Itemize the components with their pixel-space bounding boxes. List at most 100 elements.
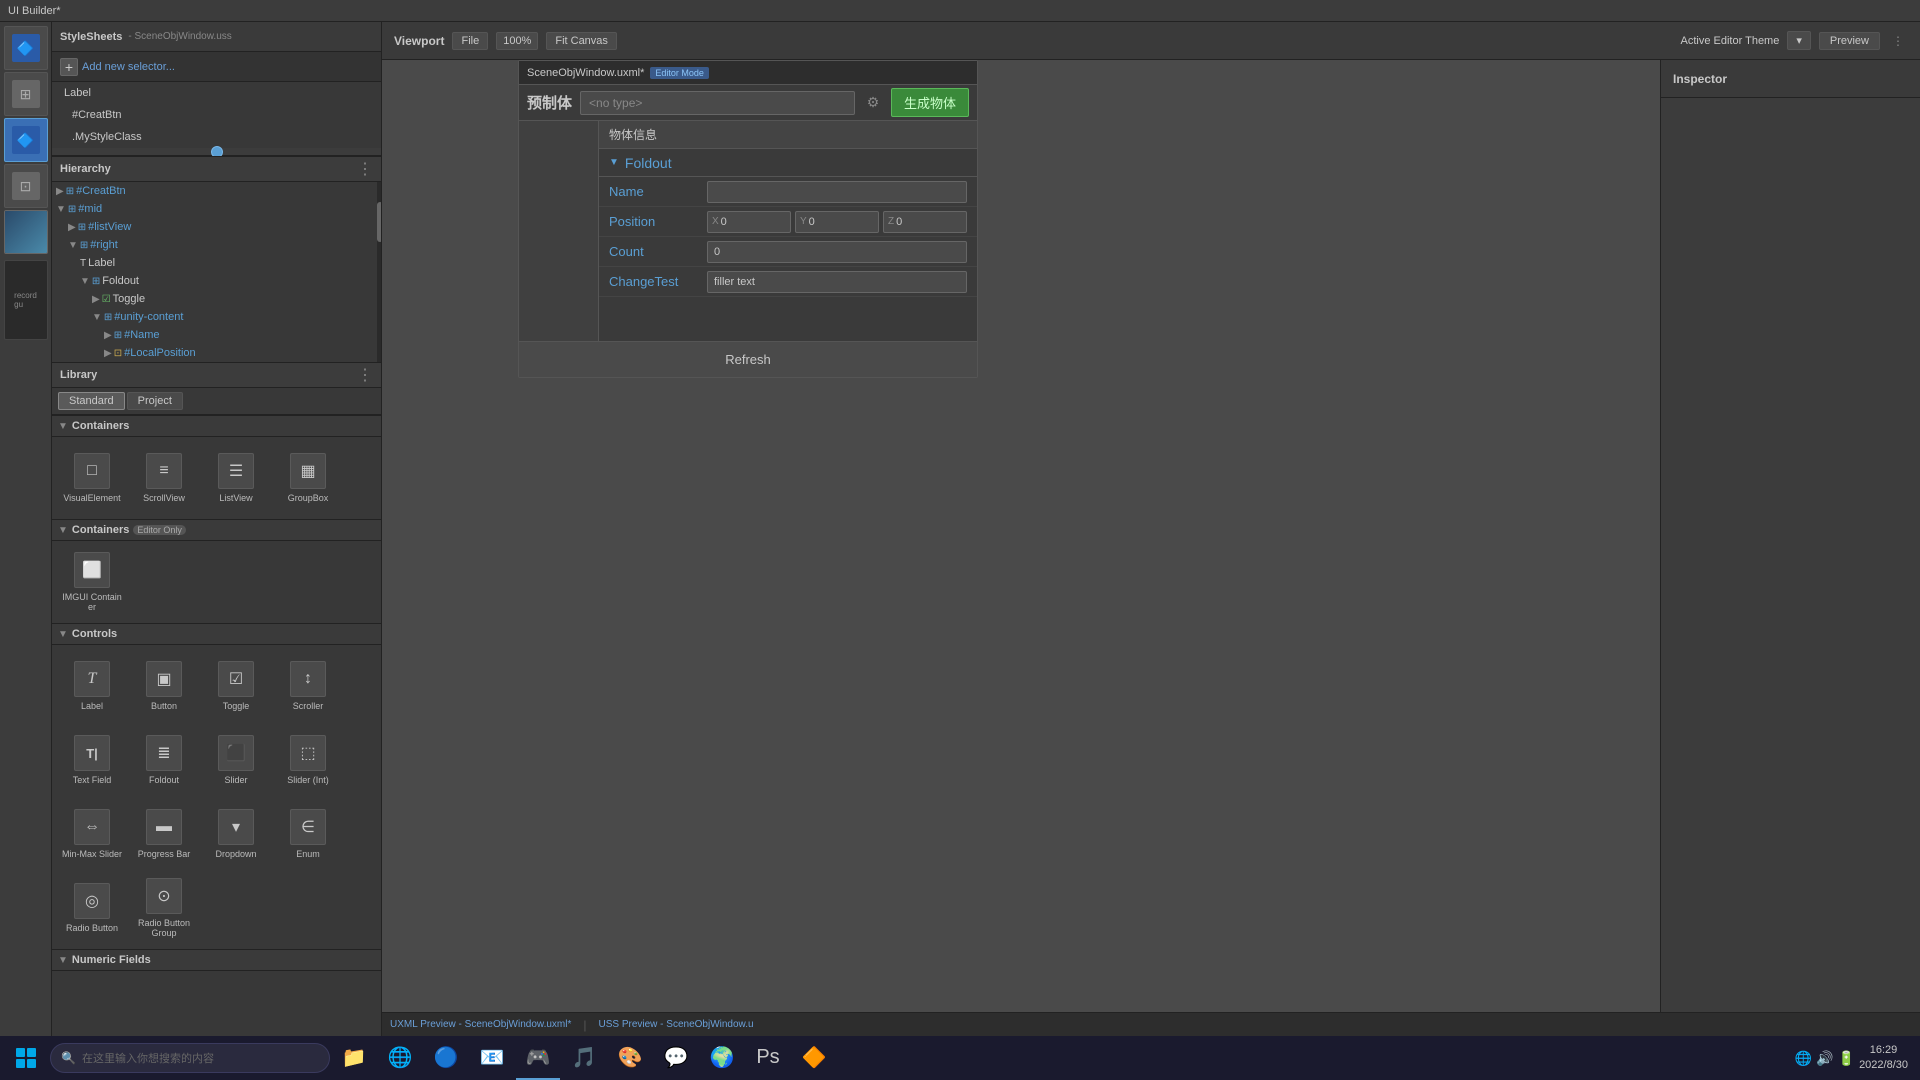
h-item-right[interactable]: ▼ ⊞ #right: [52, 236, 381, 254]
library-menu-icon[interactable]: ⋮: [357, 365, 373, 385]
taskbar-app-browser-edge[interactable]: 🌐: [378, 1036, 422, 1080]
taskbar-app-browser3[interactable]: 🌍: [700, 1036, 744, 1080]
foldout-section-header[interactable]: ▼ Foldout: [599, 149, 977, 177]
lib-item-scroll-view[interactable]: ≡ ScrollView: [130, 443, 198, 513]
hierarchy-menu-icon[interactable]: ⋮: [357, 159, 373, 179]
add-selector-area[interactable]: + Add new selector...: [52, 52, 381, 82]
count-input[interactable]: [707, 241, 967, 263]
lib-item-scroller[interactable]: ↕ Scroller: [274, 651, 342, 721]
taskbar-search[interactable]: 🔍 在这里输入你想搜索的内容: [50, 1043, 330, 1073]
taskbar-app-chat[interactable]: 💬: [654, 1036, 698, 1080]
create-object-button[interactable]: 生成物体: [891, 88, 969, 117]
stylesheets-title: StyleSheets: [60, 31, 122, 43]
lib-item-group-box[interactable]: ▦ GroupBox: [274, 443, 342, 513]
taskbar-app-browser2[interactable]: 🔵: [424, 1036, 468, 1080]
refresh-button[interactable]: Refresh: [519, 342, 977, 377]
lib-item-enum[interactable]: ∈ Enum: [274, 799, 342, 869]
lib-item-button[interactable]: ▣ Button: [130, 651, 198, 721]
library-group-numeric[interactable]: ▼ Numeric Fields: [52, 949, 381, 971]
library-group-controls[interactable]: ▼ Controls: [52, 623, 381, 645]
h-item-creatbtn[interactable]: ▶ ⊞ #CreatBtn: [52, 182, 381, 200]
lib-item-progress-bar[interactable]: ▬ Progress Bar: [130, 799, 198, 869]
y-field[interactable]: Y 0: [795, 211, 879, 233]
hierarchy-scrollbar[interactable]: [377, 182, 381, 362]
lib-item-visual-element[interactable]: □ VisualElement: [58, 443, 126, 513]
icon-grid[interactable]: ⊞: [4, 72, 48, 116]
tab-standard[interactable]: Standard: [58, 392, 125, 410]
viewport-menu-icon[interactable]: ⋮: [1888, 31, 1908, 51]
preview-button[interactable]: Preview: [1819, 32, 1880, 50]
taskbar-app-paint[interactable]: 🎨: [608, 1036, 652, 1080]
h-text-listview: #listView: [88, 221, 131, 233]
lib-item-radio-button-group[interactable]: ⊙ Radio Button Group: [130, 873, 198, 943]
bottom-bar: UXML Preview - SceneObjWindow.uxml* | US…: [382, 1012, 1920, 1036]
lib-item-slider-int[interactable]: ⬚ Slider (Int): [274, 725, 342, 795]
ss-item-creatbtn[interactable]: #CreatBtn: [52, 104, 381, 126]
lib-item-dropdown[interactable]: ▾ Dropdown: [202, 799, 270, 869]
taskbar-app-photoshop[interactable]: Ps: [746, 1036, 790, 1080]
icon-ui-builder[interactable]: 🔷: [4, 118, 48, 162]
scene-gear-icon[interactable]: ⚙: [863, 93, 883, 113]
enum-icon: ∈: [290, 809, 326, 845]
h-item-localposition[interactable]: ▶ ⊡ #LocalPosition: [52, 344, 381, 362]
xyz-group: X 0 Y 0 Z: [707, 211, 967, 233]
h-icon-listview: ⊞: [78, 222, 86, 233]
h-item-listview[interactable]: ▶ ⊞ #listView: [52, 218, 381, 236]
start-button[interactable]: [4, 1036, 48, 1080]
lib-item-radio-button[interactable]: ◎ Radio Button: [58, 873, 126, 943]
type-field[interactable]: <no type>: [580, 91, 855, 115]
h-item-toggle[interactable]: ▶ ☑ Toggle: [52, 290, 381, 308]
containers-editor-arrow: ▼: [58, 525, 68, 536]
h-item-unity-content[interactable]: ▼ ⊞ #unity-content: [52, 308, 381, 326]
drag-resize-handle[interactable]: [52, 148, 381, 156]
lib-item-text-field[interactable]: T| Text Field: [58, 725, 126, 795]
foldout-icon: ≣: [146, 735, 182, 771]
scene-left-panel: [519, 121, 599, 341]
h-item-mid[interactable]: ▼ ⊞ #mid: [52, 200, 381, 218]
h-item-label[interactable]: T Label: [52, 254, 381, 272]
viewport-canvas: SceneObjWindow.uxml* Editor Mode 预制体 <no…: [382, 60, 1660, 1012]
record-label: recordgu: [14, 291, 37, 309]
icon-unity[interactable]: 🔷: [4, 26, 48, 70]
fit-canvas-button[interactable]: Fit Canvas: [546, 32, 617, 50]
taskbar-app-mail[interactable]: 📧: [470, 1036, 514, 1080]
name-input[interactable]: [707, 181, 967, 203]
lib-item-list-view[interactable]: ☰ ListView: [202, 443, 270, 513]
zoom-level[interactable]: 100%: [496, 32, 538, 50]
h-item-name[interactable]: ▶ ⊞ #Name: [52, 326, 381, 344]
lib-item-foldout[interactable]: ≣ Foldout: [130, 725, 198, 795]
h-text-name: #Name: [124, 329, 159, 341]
uss-preview-link[interactable]: USS Preview - SceneObjWindow.u: [598, 1019, 753, 1030]
tab-project[interactable]: Project: [127, 392, 183, 410]
h-item-foldout[interactable]: ▼ ⊞ Foldout: [52, 272, 381, 290]
changetest-input[interactable]: [707, 271, 967, 293]
icon-scene-thumb[interactable]: [4, 210, 48, 254]
z-field[interactable]: Z 0: [883, 211, 967, 233]
file-button[interactable]: File: [452, 32, 488, 50]
lib-item-minmax-slider[interactable]: ⇔ Min-Max Slider: [58, 799, 126, 869]
thumbnails-icon: ⊡: [12, 172, 40, 200]
lib-item-label-ctrl[interactable]: T Label: [58, 651, 126, 721]
library-title: Library: [60, 369, 357, 381]
theme-select[interactable]: ▾: [1787, 31, 1811, 50]
lib-item-slider[interactable]: ⬛ Slider: [202, 725, 270, 795]
taskbar-app-music[interactable]: 🎵: [562, 1036, 606, 1080]
tray-battery-icon[interactable]: 🔋: [1838, 1050, 1855, 1067]
x-field[interactable]: X 0: [707, 211, 791, 233]
add-selector-button[interactable]: +: [60, 58, 78, 76]
uxml-preview-link[interactable]: UXML Preview - SceneObjWindow.uxml*: [390, 1019, 571, 1030]
taskbar-app-blender[interactable]: 🔶: [792, 1036, 836, 1080]
tray-volume-icon[interactable]: 🔊: [1816, 1050, 1833, 1067]
library-group-containers-editor[interactable]: ▼ Containers Editor Only: [52, 519, 381, 541]
taskbar-app-unity[interactable]: 🎮: [516, 1036, 560, 1080]
taskbar-app-file-explorer[interactable]: 📁: [332, 1036, 376, 1080]
h-icon-foldout: ⊞: [92, 276, 100, 287]
ss-item-label[interactable]: Label: [52, 82, 381, 104]
tray-network-icon[interactable]: 🌐: [1795, 1050, 1812, 1067]
tray-clock[interactable]: 16:29 2022/8/30: [1859, 1043, 1908, 1074]
icon-thumbnails[interactable]: ⊡: [4, 164, 48, 208]
lib-item-imgui[interactable]: ⬜ IMGUI Container: [58, 547, 126, 617]
lib-item-toggle[interactable]: ☑ Toggle: [202, 651, 270, 721]
ss-item-mystyleclass[interactable]: .MyStyleClass: [52, 126, 381, 148]
library-group-containers[interactable]: ▼ Containers: [52, 415, 381, 437]
